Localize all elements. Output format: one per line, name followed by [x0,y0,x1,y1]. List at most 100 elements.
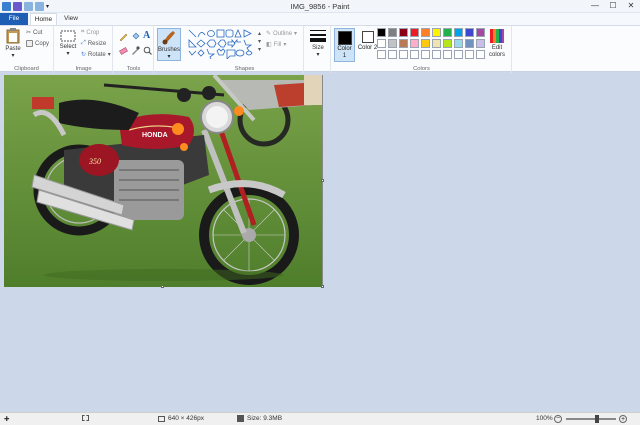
palette-swatch[interactable] [421,50,430,59]
palette-swatch[interactable] [454,50,463,59]
palette-swatch[interactable] [410,50,419,59]
rotate-icon: ↻ [81,52,87,58]
size-group: Size ▾ [305,26,331,73]
palette-swatch[interactable] [454,28,463,37]
shapes-gallery[interactable] [188,29,262,59]
palette-swatch[interactable] [476,39,485,48]
selection-icon [82,415,89,421]
cursor-position: ✚ [4,415,9,423]
resize-handle-corner[interactable] [321,285,324,288]
shapes-group-label: Shapes [234,66,255,72]
palette-swatch[interactable] [377,50,386,59]
title-bar: ▾ IMG_9856 - Paint — ☐ ✕ [0,0,640,13]
paste-button[interactable]: Paste ▾ [3,28,23,59]
palette-swatch[interactable] [399,50,408,59]
tab-home[interactable]: Home [30,13,57,25]
color2-selector[interactable]: Color 2 [357,28,378,62]
fill-bucket-icon[interactable] [131,32,140,41]
palette-swatch[interactable] [465,28,474,37]
ribbon-tabs: File Home View [0,13,640,25]
minimize-button[interactable]: — [586,0,604,12]
palette-swatch[interactable] [432,28,441,37]
zoom-slider-thumb[interactable] [595,415,599,423]
maximize-button[interactable]: ☐ [604,0,622,12]
palette-swatch[interactable] [377,39,386,48]
color-palette [377,28,485,59]
cut-button[interactable]: ✂ Cut [26,29,42,37]
palette-swatch[interactable] [399,28,408,37]
palette-swatch[interactable] [432,39,441,48]
honda-logo-text: HONDA [142,132,168,139]
tab-view[interactable]: View [58,13,84,25]
edit-colors-button[interactable]: Edit colors [485,29,509,59]
palette-swatch[interactable] [443,28,452,37]
close-button[interactable]: ✕ [622,0,640,12]
palette-swatch[interactable] [388,28,397,37]
selection-size [82,415,89,421]
resize-icon: ⤢ [81,40,86,46]
scissors-icon: ✂ [26,30,32,36]
palette-swatch[interactable] [421,39,430,48]
shapes-scroll[interactable]: ▴ ▾ ▾ [258,30,261,53]
copy-icon [26,40,33,47]
resize-button[interactable]: ⤢ Resize [81,40,106,47]
tools-group-label: Tools [126,66,141,72]
brushes-button[interactable]: Brushes ▾ [157,28,181,61]
image-dimensions: 640 × 426px [158,415,204,422]
palette-swatch[interactable] [432,50,441,59]
resize-handle-right[interactable] [321,179,324,182]
palette-swatch[interactable] [421,28,430,37]
palette-swatch[interactable] [476,50,485,59]
shapes-group: ▴ ▾ ▾ ✎ Outline ▾ ◧ Fill ▾ Shapes [186,26,304,73]
brushes-group: Brushes ▾ [155,26,185,73]
zoom-in-button[interactable]: + [619,415,627,423]
palette-swatch[interactable] [465,39,474,48]
palette-swatch[interactable] [454,39,463,48]
window-title: IMG_9856 - Paint [290,2,350,11]
rotate-button[interactable]: ↻ Rotate ▾ [81,51,111,59]
line-size-icon [310,30,326,42]
color-picker-icon[interactable] [131,46,140,55]
zoom-slider[interactable] [566,415,616,423]
file-size: Size: 9.3MB [237,415,282,422]
select-rectangle-icon [60,30,76,42]
resize-handle-bottom[interactable] [161,285,164,288]
palette-swatch[interactable] [443,39,452,48]
clipboard-group-label: Clipboard [14,66,39,72]
clipboard-icon [6,28,20,44]
crop-button[interactable]: ⌗ Crop [81,29,99,36]
color1-swatch [337,31,352,45]
palette-swatch[interactable] [443,50,452,59]
size-button[interactable]: Size ▾ [307,29,329,58]
motorcycle-image: 350 HONDA [4,75,322,287]
palette-swatch[interactable] [399,39,408,48]
svg-text:350: 350 [88,157,101,166]
eraser-icon[interactable] [119,46,128,55]
palette-swatch[interactable] [410,39,419,48]
crop-icon: ⌗ [81,29,85,35]
fill-dropdown[interactable]: ◧ Fill ▾ [266,41,286,49]
outline-dropdown[interactable]: ✎ Outline ▾ [266,30,297,38]
pencil-icon[interactable] [119,32,128,41]
text-tool-icon[interactable]: A [143,30,150,41]
color2-swatch [361,31,374,43]
select-button[interactable]: Select ▾ [57,30,79,57]
dimensions-icon [158,415,165,422]
canvas-area[interactable]: 350 HONDA [0,73,640,412]
copy-button[interactable]: Copy [26,40,49,47]
brush-icon [162,31,175,45]
tab-file[interactable]: File [0,13,28,25]
palette-swatch[interactable] [388,50,397,59]
palette-swatch[interactable] [388,39,397,48]
zoom-out-button[interactable]: − [554,415,562,423]
fill-icon: ◧ [266,42,272,48]
tools-group: A Tools [114,26,154,73]
magnifier-icon[interactable] [143,46,152,55]
palette-swatch[interactable] [377,28,386,37]
palette-swatch[interactable] [465,50,474,59]
color1-selector[interactable]: Color 1 [334,28,355,62]
disk-icon [237,415,244,422]
palette-swatch[interactable] [410,28,419,37]
palette-swatch[interactable] [476,28,485,37]
motorcycle-photo[interactable]: 350 HONDA [4,75,323,287]
